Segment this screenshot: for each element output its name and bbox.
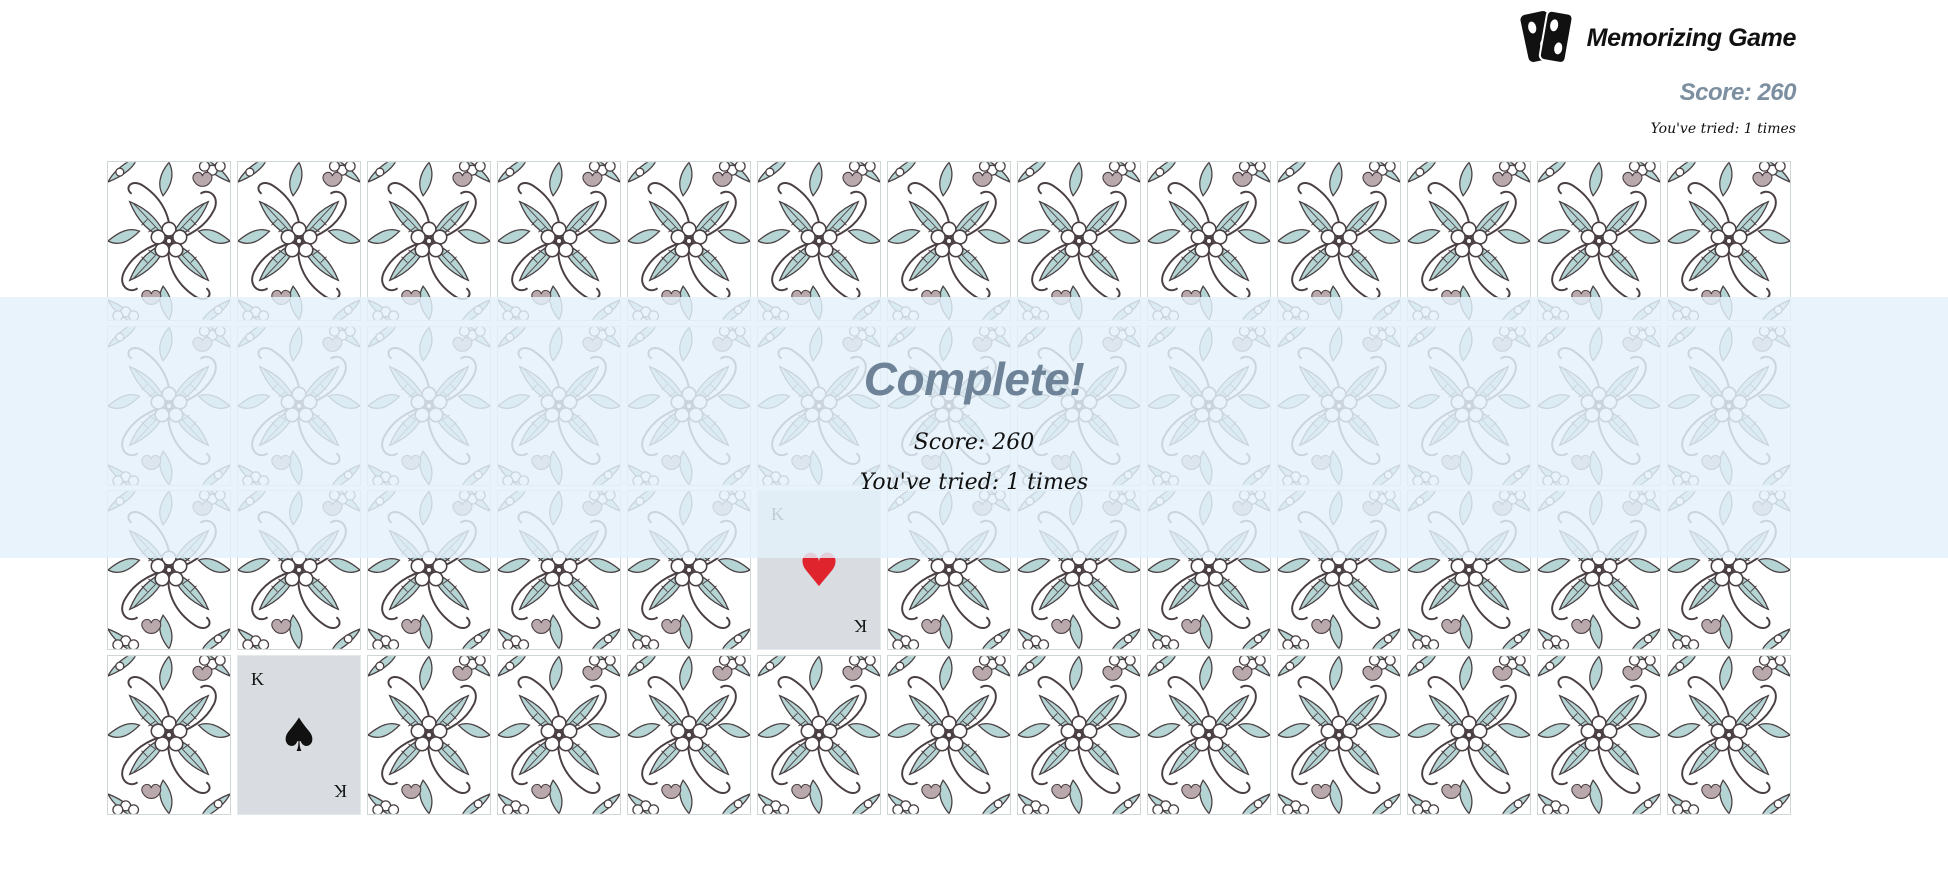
- card-back-pattern: [1018, 656, 1140, 814]
- card-back-pattern: [1408, 656, 1530, 814]
- card-back-pattern: [498, 656, 620, 814]
- header-tries: You've tried: 1 times: [1650, 121, 1796, 137]
- card-back-pattern: [1538, 656, 1660, 814]
- card-face-up[interactable]: K ♠ K: [237, 654, 361, 815]
- card-back-pattern: [1278, 656, 1400, 814]
- card-face-down[interactable]: [497, 654, 621, 815]
- card-back-pattern: [1148, 656, 1270, 814]
- card-face-down[interactable]: [107, 654, 231, 815]
- card-face-down[interactable]: [1407, 654, 1531, 815]
- complete-title: Complete!: [863, 353, 1085, 405]
- header: Memorizing Game Score: 260 You've tried:…: [1376, 4, 1797, 144]
- card-face-down[interactable]: [887, 654, 1011, 815]
- card-rank: K: [334, 780, 347, 801]
- card-face-down[interactable]: [1017, 654, 1141, 815]
- card-back-pattern: [1668, 656, 1790, 814]
- card-face-down[interactable]: [1537, 654, 1661, 815]
- card-face-down[interactable]: [1667, 654, 1791, 815]
- card-face-down[interactable]: [1147, 654, 1271, 815]
- brand: Memorizing Game: [1519, 6, 1796, 70]
- card-face-down[interactable]: [1277, 654, 1401, 815]
- card-back-pattern: [108, 656, 230, 814]
- card-back-pattern: [758, 656, 880, 814]
- card-face-down[interactable]: [627, 654, 751, 815]
- card-back-pattern: [888, 656, 1010, 814]
- spades-suit-icon: ♠: [278, 707, 320, 762]
- header-score: Score: 260: [1679, 79, 1797, 106]
- card-back-pattern: [628, 656, 750, 814]
- card-face-down[interactable]: [367, 654, 491, 815]
- card-back-pattern: [368, 656, 490, 814]
- card-rank: K: [854, 616, 867, 637]
- app-title: Memorizing Game: [1586, 23, 1797, 52]
- cards-icon: [1520, 9, 1574, 64]
- overlay-score: Score: 260: [913, 430, 1035, 455]
- overlay-tries: You've tried: 1 times: [859, 470, 1089, 495]
- card-face-down[interactable]: [757, 654, 881, 815]
- complete-overlay: Complete! Score: 260 You've tried: 1 tim…: [0, 297, 1948, 558]
- card-rank: K: [251, 668, 264, 689]
